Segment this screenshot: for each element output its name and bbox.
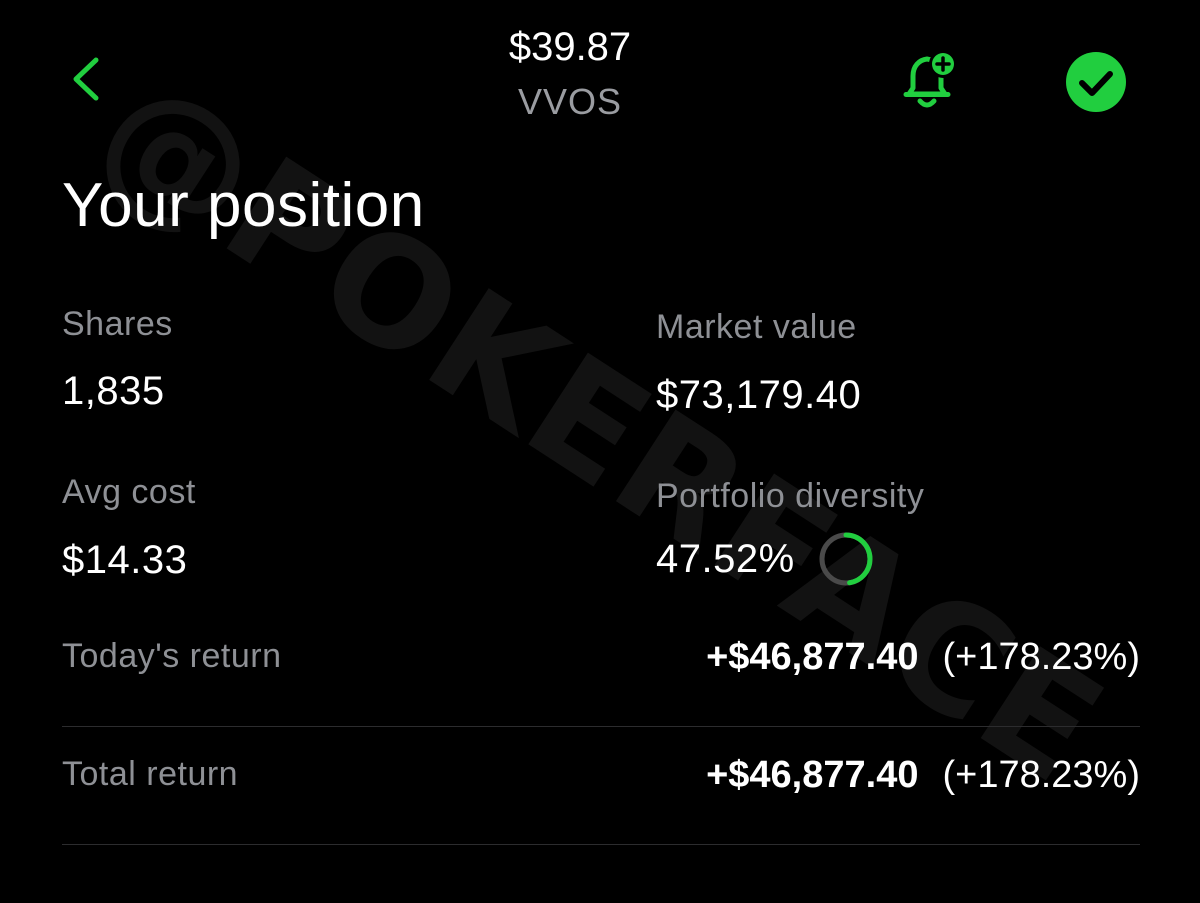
portfolio-diversity-value: 47.52% [656, 537, 795, 581]
chevron-left-icon [73, 57, 99, 101]
total-return-label: Total return [62, 755, 239, 793]
total-return-percent: (+178.23%) [942, 754, 1140, 796]
todays-return-value: +$46,877.40 (+178.23%) [706, 634, 1140, 680]
bell-plus-icon [903, 50, 957, 108]
todays-return-label: Today's return [62, 637, 282, 675]
add-alert-button[interactable] [897, 48, 965, 116]
avg-cost-label: Avg cost [62, 473, 196, 511]
total-return-amount: +$46,877.40 [706, 754, 919, 796]
divider [62, 844, 1140, 845]
stock-price: $39.87 [508, 25, 632, 69]
stock-symbol: VVOS [517, 81, 623, 122]
shares-label: Shares [62, 305, 173, 343]
back-button[interactable] [62, 52, 112, 106]
todays-return-amount: +$46,877.40 [706, 636, 919, 678]
portfolio-diversity-label: Portfolio diversity [656, 477, 925, 515]
market-value-value: $73,179.40 [656, 373, 862, 417]
watchlist-button[interactable] [1064, 50, 1128, 114]
avg-cost-value: $14.33 [62, 538, 188, 582]
header-title: $39.87 VVOS [400, 22, 740, 128]
todays-return-percent: (+178.23%) [942, 636, 1140, 678]
diversity-ring-icon [819, 532, 873, 586]
section-title: Your position [62, 171, 425, 240]
todays-return-row: Today's return +$46,877.40 (+178.23%) [62, 609, 1140, 727]
total-return-value: +$46,877.40 (+178.23%) [706, 752, 1140, 798]
shares-value: 1,835 [62, 369, 165, 413]
market-value-label: Market value [656, 308, 857, 346]
portfolio-diversity-row: 47.52% [656, 530, 875, 588]
total-return-row: Total return +$46,877.40 (+178.23%) [62, 727, 1140, 845]
check-circle-icon [1066, 52, 1126, 112]
